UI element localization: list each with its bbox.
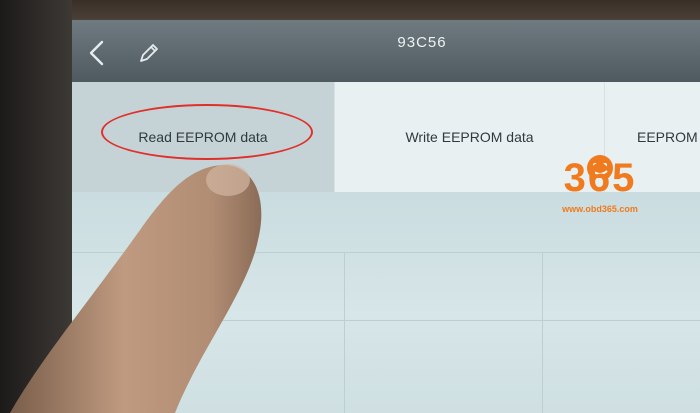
grid-line bbox=[344, 252, 345, 413]
edit-button[interactable] bbox=[132, 36, 166, 70]
grid-line bbox=[72, 320, 700, 321]
top-bar: 93C56 bbox=[72, 20, 700, 82]
back-button[interactable] bbox=[80, 36, 114, 70]
tab-write-eeprom-label: Write EEPROM data bbox=[405, 129, 534, 145]
watermark-site: www.obd365.com bbox=[562, 204, 638, 214]
device-bezel-top bbox=[0, 0, 700, 20]
pencil-icon bbox=[140, 44, 158, 62]
device-bezel-left bbox=[0, 0, 72, 413]
watermark-logo: 365 www.obd365.com bbox=[540, 138, 660, 218]
highlight-annotation-circle bbox=[101, 104, 313, 160]
watermark-digits: 365 bbox=[563, 156, 637, 200]
chevron-left-icon bbox=[89, 40, 104, 66]
page-title: 93C56 bbox=[397, 34, 447, 51]
grid-line bbox=[542, 252, 543, 413]
grid-line bbox=[72, 252, 700, 253]
data-area bbox=[72, 192, 700, 413]
